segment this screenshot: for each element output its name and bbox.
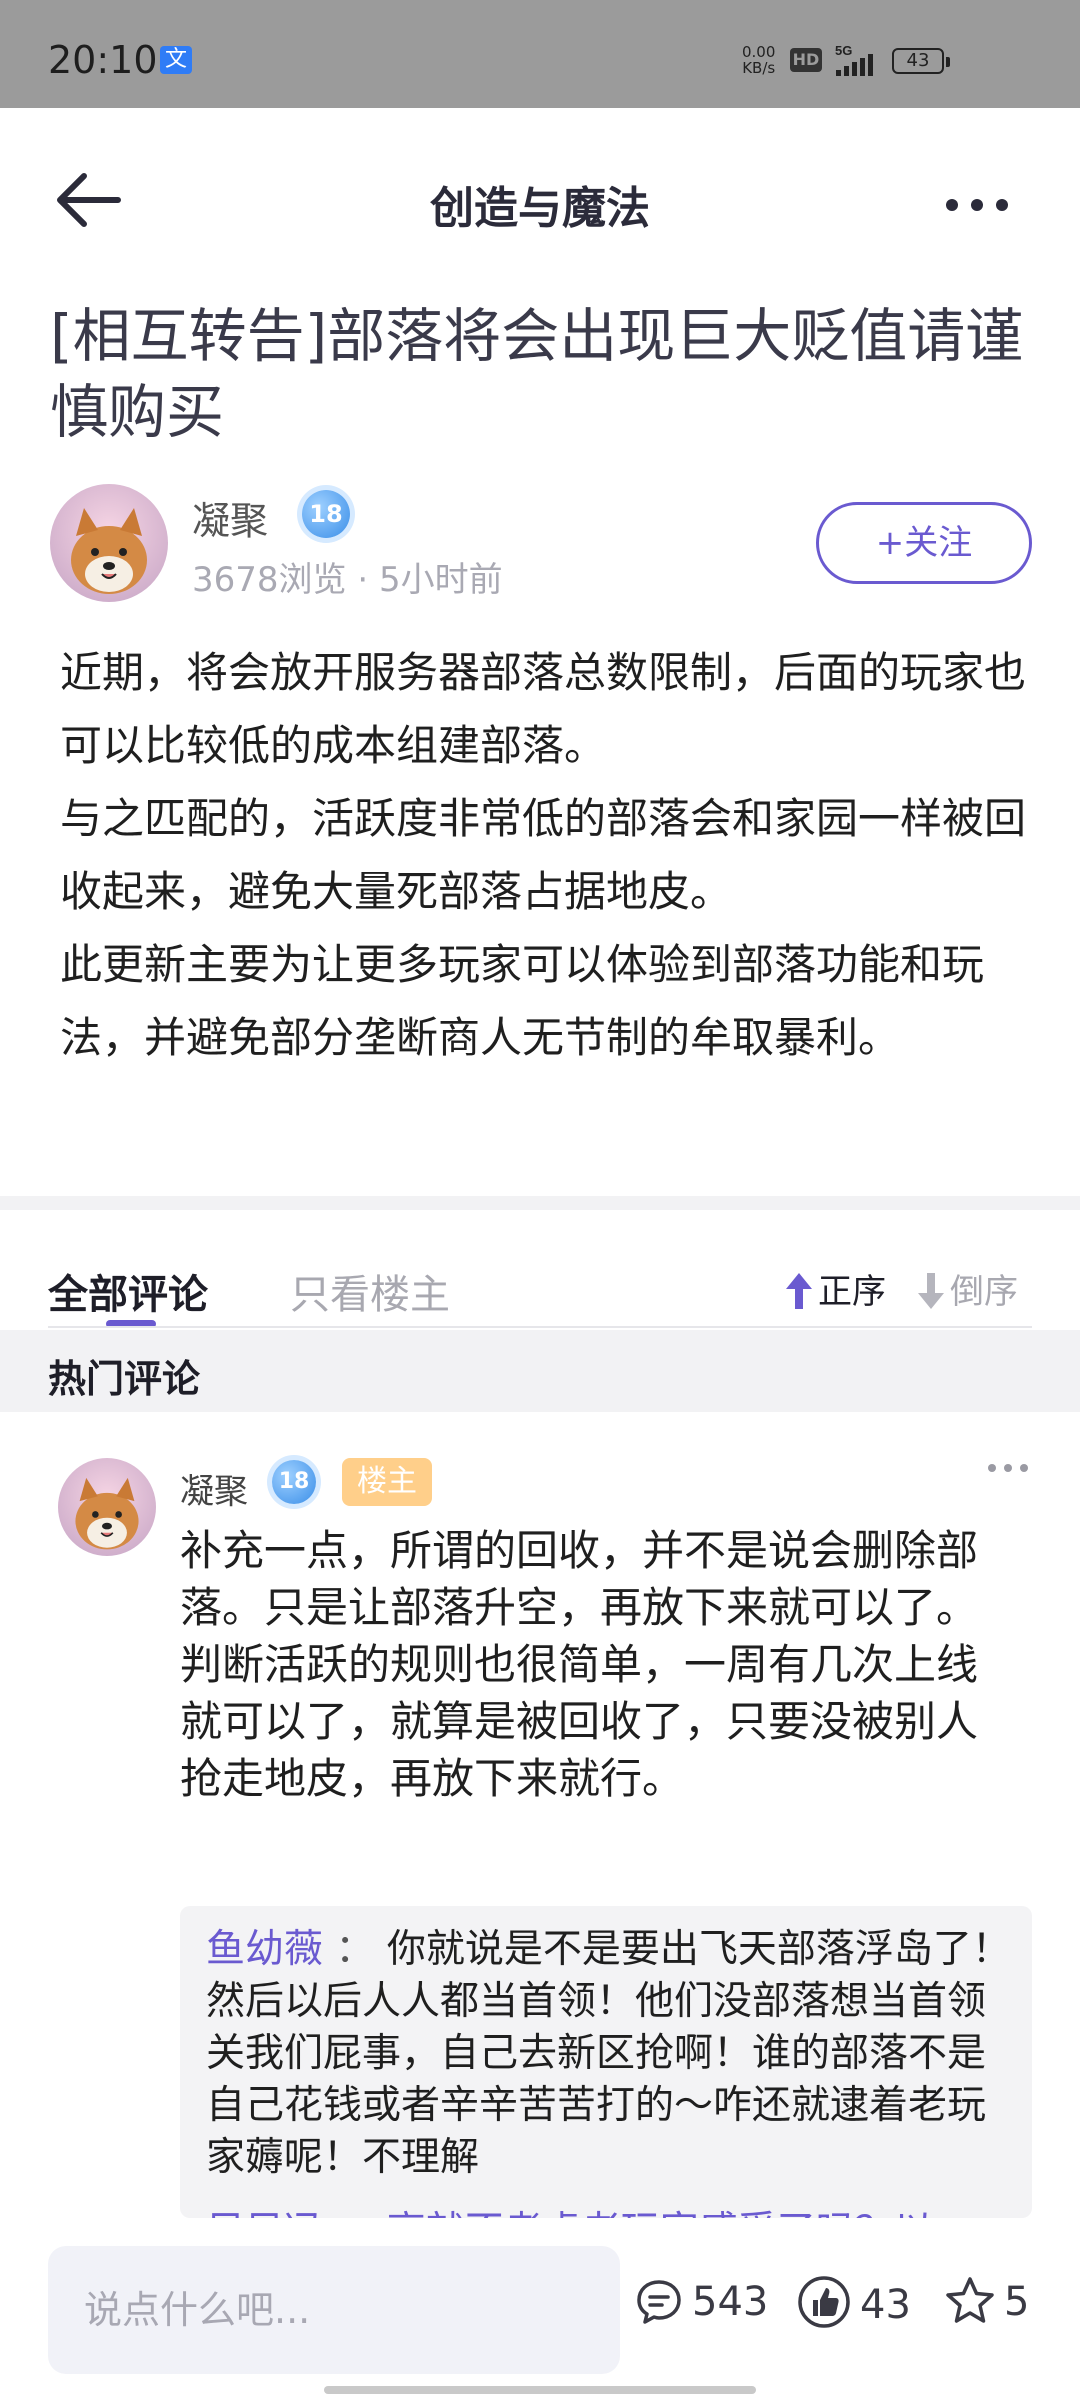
commenter-name[interactable]: 凝聚 <box>180 1464 248 1513</box>
comments-count: 543 <box>692 2279 769 2325</box>
network-type-label: 5G <box>835 43 852 58</box>
sort-descending-button[interactable]: 倒序 <box>916 1264 1018 1313</box>
comments-button[interactable]: 543 <box>634 2274 768 2330</box>
hot-comments-header: 热门评论 <box>0 1330 1080 1412</box>
tab-all-comments[interactable]: 全部评论 <box>48 1262 208 1320</box>
bottom-action-bar: 说点什么吧... 543 43 5 <box>0 2218 1080 2400</box>
status-bar: 20:10 文 0.00 KB/s HD 5G 43 <box>0 0 1080 108</box>
arrow-up-icon <box>786 1273 812 1309</box>
hot-comments-label: 热门评论 <box>48 1357 201 1401</box>
commenter-level-badge: 18 <box>272 1460 316 1504</box>
signal-5g-icon: 5G <box>835 43 873 76</box>
like-icon <box>798 2276 850 2328</box>
page-title: 创造与魔法 <box>430 183 650 234</box>
commenter-avatar[interactable] <box>58 1458 156 1556</box>
post-paragraph: 近期，将会放开服务器部落总数限制，后面的玩家也可以比较低的成本组建部落。 <box>60 648 1027 770</box>
translate-app-icon: 文 <box>160 46 192 74</box>
reply-item-partial: 目目冯 ： 高就不考虑老玩家感受了吗？以 <box>206 2200 933 2218</box>
post-paragraph: 此更新主要为让更多玩家可以体验到部落功能和玩法，并避免部分垄断商人无节制的牟取暴… <box>60 940 985 1062</box>
reply-box[interactable]: 鱼幼薇 ： 你就说是不是要出飞天部落浮岛了！然后以后人人都当首领！他们没部落想当… <box>180 1906 1032 2218</box>
sort-ascending-button[interactable]: 正序 <box>784 1264 886 1313</box>
reply-separator: ： <box>323 1927 387 1972</box>
section-divider <box>0 1196 1080 1210</box>
favorite-button[interactable]: 5 <box>944 2274 1029 2330</box>
author-avatar[interactable] <box>50 484 168 602</box>
network-speed: 0.00 KB/s <box>742 44 775 76</box>
meta-separator: · <box>357 560 379 600</box>
reply-author[interactable]: 鱼幼薇 <box>206 1927 323 1972</box>
comment-tabs: 全部评论 只看楼主 正序 倒序 <box>0 1250 1080 1330</box>
post-title: [相互转告]部落将会出现巨大贬值请谨慎购买 <box>50 302 1024 446</box>
star-icon <box>946 2277 994 2323</box>
view-count: 3678浏览 <box>192 560 347 600</box>
status-time: 20:10 <box>48 38 158 82</box>
reply-item: 鱼幼薇 ： 你就说是不是要出飞天部落浮岛了！然后以后人人都当首领！他们没部落想当… <box>206 1924 1016 2184</box>
like-button[interactable]: 43 <box>796 2274 911 2330</box>
arrow-down-icon <box>918 1273 944 1309</box>
op-badge: 楼主 <box>342 1458 432 1506</box>
author-name[interactable]: 凝聚 <box>192 490 268 545</box>
comment-more-icon[interactable] <box>986 1460 1030 1476</box>
author-level-badge: 18 <box>302 490 350 538</box>
shiba-avatar-image <box>58 1458 156 1556</box>
more-options-icon[interactable] <box>942 190 1012 220</box>
network-speed-unit: KB/s <box>742 59 776 77</box>
sort-ascending-label: 正序 <box>818 1272 886 1312</box>
post-paragraph: 与之匹配的，活跃度非常低的部落会和家园一样被回收起来，避免大量死部落占据地皮。 <box>60 794 1027 916</box>
post-body: 近期，将会放开服务器部落总数限制，后面的玩家也可以比较低的成本组建部落。 与之匹… <box>60 636 1040 1074</box>
favorites-count: 5 <box>1004 2279 1030 2325</box>
sort-descending-label: 倒序 <box>950 1272 1018 1312</box>
network-speed-value: 0.00 <box>742 43 776 61</box>
hd-icon: HD <box>790 48 822 72</box>
tab-op-only[interactable]: 只看楼主 <box>290 1262 450 1320</box>
likes-count: 43 <box>860 2282 911 2328</box>
top-nav-bar: 创造与魔法 <box>0 108 1080 288</box>
follow-button[interactable]: +关注 <box>816 502 1032 584</box>
home-indicator[interactable] <box>324 2386 756 2394</box>
tabs-divider <box>48 1326 1032 1328</box>
comment-input[interactable]: 说点什么吧... <box>48 2246 620 2374</box>
comment-text: 补充一点，所谓的回收，并不是说会删除部落。只是让部落升空，再放下来就可以了。判断… <box>180 1526 979 1803</box>
shiba-avatar-image <box>50 484 168 602</box>
post-meta: 3678浏览 · 5小时前 <box>192 552 503 601</box>
post-time: 5小时前 <box>378 560 503 600</box>
battery-icon: 43 <box>892 48 950 74</box>
comment-bubble-icon <box>637 2280 681 2324</box>
